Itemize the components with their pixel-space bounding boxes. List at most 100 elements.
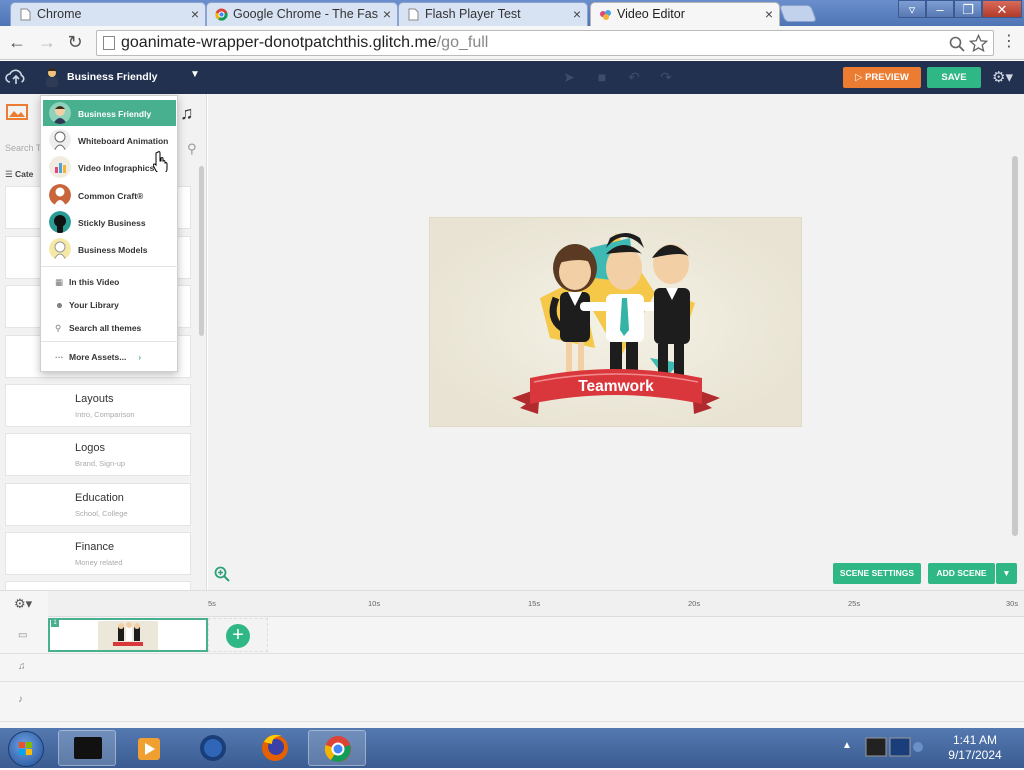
tray-icons[interactable] <box>864 734 924 762</box>
tab-google-chrome[interactable]: Google Chrome - The Fas × <box>206 2 398 26</box>
scene-settings-button[interactable]: SCENE SETTINGS <box>833 563 921 584</box>
theme-option-label: Video Infographics <box>78 163 155 173</box>
theme-option-common-craft[interactable]: Common Craft® <box>43 182 176 208</box>
chrome-logo-icon <box>215 8 228 21</box>
bookmark-star-icon[interactable] <box>969 34 988 53</box>
play-circle-icon: ▷ <box>855 72 866 83</box>
start-button[interactable] <box>8 731 44 767</box>
windows-logo-icon <box>19 742 32 755</box>
search-icon[interactable]: ⚲ <box>187 141 197 157</box>
theme-option-stickly-business[interactable]: Stickly Business <box>43 209 176 235</box>
theme-selector[interactable]: Business Friendly ▼ <box>38 61 208 94</box>
category-title: Finance <box>75 541 115 553</box>
business-models-avatar-icon <box>49 238 71 260</box>
category-card-logos[interactable]: Logos Brand, Sign-up <box>5 433 191 476</box>
tab-chrome[interactable]: Chrome × <box>10 2 206 26</box>
window-close-button[interactable]: ✕ <box>982 0 1022 18</box>
redo-icon[interactable]: ↷ <box>657 69 675 87</box>
chevron-right-icon: › <box>138 352 142 362</box>
tab-video-editor[interactable]: Video Editor × <box>590 2 780 26</box>
timeline-tick: 30s <box>1006 599 1019 608</box>
user-icon: ☻ <box>55 300 64 310</box>
tab-close-icon[interactable]: × <box>765 3 773 25</box>
back-button[interactable]: ← <box>6 32 28 54</box>
tab-close-icon[interactable]: × <box>191 3 199 25</box>
your-library-link[interactable]: ☻ Your Library <box>55 300 119 310</box>
new-tab-button[interactable] <box>778 5 818 22</box>
taskbar-app-media[interactable] <box>120 730 178 766</box>
address-bar[interactable]: goanimate-wrapper-donotpatchthis.glitch.… <box>96 30 994 56</box>
search-all-themes-link[interactable]: ⚲ Search all themes <box>55 323 141 334</box>
user-icon[interactable]: ▿ <box>898 0 926 18</box>
browser-toolbar: ← → ↻ goanimate-wrapper-donotpatchthis.g… <box>0 26 1024 60</box>
forward-button[interactable]: → <box>36 32 58 54</box>
taskbar-app-globe[interactable] <box>184 730 242 766</box>
theme-option-business-models[interactable]: Business Models <box>43 236 176 262</box>
ellipsis-icon: ··· <box>55 352 64 362</box>
zoom-icon[interactable] <box>949 36 965 52</box>
goanimate-logo-icon <box>600 10 611 20</box>
microphone-icon: ♫ <box>18 661 26 672</box>
timeline-add-scene[interactable]: + <box>208 618 268 652</box>
tab-background-image-icon[interactable] <box>6 103 28 121</box>
taskbar-app-chrome[interactable] <box>308 730 366 766</box>
category-subtitle: Intro, Comparison <box>75 410 135 419</box>
add-scene-dropdown[interactable]: ▼ <box>996 563 1017 584</box>
media-player-icon <box>138 738 160 760</box>
firefox-icon <box>262 734 288 761</box>
timeline-audio-row: ♫ <box>0 654 1024 682</box>
video-track-icon: ▭ <box>18 630 28 641</box>
plus-icon[interactable]: + <box>226 624 250 648</box>
business-friendly-avatar-icon <box>49 102 71 124</box>
theme-option-business-friendly[interactable]: Business Friendly <box>43 100 176 126</box>
stage-scrollbar-thumb[interactable] <box>1012 156 1018 536</box>
timeline-music-row: ♪ <box>0 682 1024 722</box>
tab-flash-player-test[interactable]: Flash Player Test × <box>398 2 588 26</box>
categories-toggle[interactable]: ☰ Cate <box>5 169 33 180</box>
theme-option-label: Stickly Business <box>78 218 146 228</box>
category-card-layouts[interactable]: Layouts Intro, Comparison <box>5 384 191 427</box>
timeline-ruler[interactable]: 5s 10s 15s 20s 25s 30s <box>48 591 1024 617</box>
scene-thumbnail[interactable]: 1 <box>48 618 208 652</box>
hand-cursor-icon <box>153 151 168 172</box>
infographics-avatar-icon <box>49 156 71 178</box>
taskbar-app-terminal[interactable] <box>58 730 116 766</box>
tab-close-icon[interactable]: × <box>383 3 391 25</box>
tab-music-icon[interactable]: ♫ <box>180 103 202 123</box>
clock-date: 9/17/2024 <box>948 748 1002 762</box>
reload-button[interactable]: ↻ <box>64 32 86 54</box>
browser-tab-strip: Chrome × Google Chrome - The Fas × Flash… <box>0 0 1024 26</box>
theme-option-label: Whiteboard Animation <box>78 136 169 146</box>
zoom-in-icon[interactable] <box>214 566 230 582</box>
chrome-menu-icon[interactable]: ⋮ <box>998 32 1020 54</box>
right-man-character <box>652 244 690 376</box>
whiteboard-avatar-icon <box>49 129 71 151</box>
undo-icon[interactable]: ↶ <box>625 69 643 87</box>
taskbar-app-firefox[interactable] <box>246 730 304 766</box>
system-clock[interactable]: 1:41 AM 9/17/2024 <box>940 733 1010 763</box>
minimize-button[interactable]: – <box>926 0 954 18</box>
chrome-icon <box>324 736 351 762</box>
show-hidden-icons[interactable]: ▲ <box>842 740 852 751</box>
category-card-finance[interactable]: Finance Money related <box>5 532 191 575</box>
category-card-education[interactable]: Education School, College <box>5 483 191 526</box>
chevron-down-icon: ▼ <box>190 69 200 80</box>
theme-option-label: Common Craft® <box>78 191 144 201</box>
preview-button[interactable]: ▷ PREVIEW <box>843 67 921 88</box>
tab-close-icon[interactable]: × <box>573 3 581 25</box>
delete-icon[interactable]: ■ <box>593 69 611 87</box>
clock-time: 1:41 AM <box>952 733 998 747</box>
pointer-tool-icon[interactable]: ➤ <box>560 69 578 87</box>
in-this-video-link[interactable]: ▦ In this Video <box>55 277 119 288</box>
more-assets-link[interactable]: ··· More Assets... › <box>55 352 141 362</box>
restore-button[interactable]: ❐ <box>954 0 982 18</box>
scene-canvas[interactable]: Teamwork <box>429 217 802 427</box>
asset-scrollbar-thumb[interactable] <box>199 166 204 336</box>
cloud-upload-icon[interactable] <box>5 67 27 87</box>
save-button[interactable]: SAVE <box>927 67 981 88</box>
category-card[interactable] <box>5 581 191 590</box>
list-icon: ☰ <box>5 169 15 179</box>
add-scene-button[interactable]: ADD SCENE <box>928 563 995 584</box>
timeline-gear-icon[interactable]: ⚙▾ <box>14 596 32 612</box>
gear-icon[interactable]: ⚙▾ <box>992 68 1013 86</box>
